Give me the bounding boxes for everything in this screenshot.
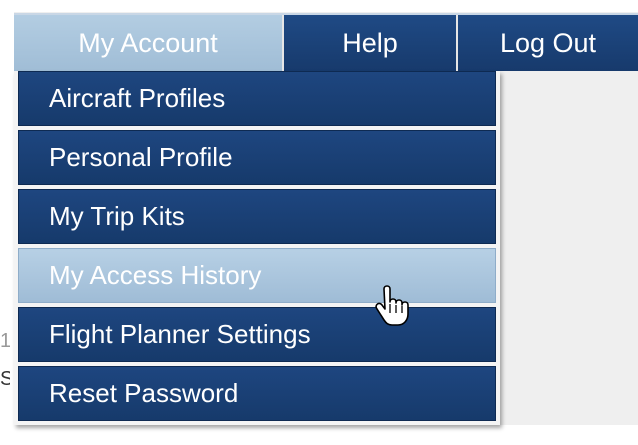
menu-item-flight-planner-settings[interactable]: Flight Planner Settings	[18, 307, 496, 362]
hidden-page-text: 1	[0, 330, 10, 348]
hidden-page-text: S	[0, 368, 10, 390]
menu-item-aircraft-profiles[interactable]: Aircraft Profiles	[18, 71, 496, 126]
menu-item-label: Aircraft Profiles	[49, 83, 226, 113]
menu-item-label: My Access History	[49, 260, 262, 290]
menu-item-label: My Trip Kits	[49, 201, 185, 231]
menu-item-label: Flight Planner Settings	[49, 319, 311, 349]
menu-item-label: Reset Password	[49, 378, 239, 408]
nav-help[interactable]: Help	[284, 15, 458, 71]
nav-log-out-label: Log Out	[499, 27, 597, 58]
my-account-dropdown-menu: Aircraft Profiles Personal Profile My Tr…	[14, 71, 500, 425]
nav-my-account-label: My Account	[78, 27, 218, 58]
menu-item-reset-password[interactable]: Reset Password	[18, 366, 496, 421]
nav-help-label: Help	[342, 27, 398, 58]
menu-item-personal-profile[interactable]: Personal Profile	[18, 130, 496, 185]
top-nav-bar: My Account Help Log Out	[14, 13, 638, 73]
top-strip	[0, 0, 638, 12]
menu-item-label: Personal Profile	[49, 142, 233, 172]
nav-log-out[interactable]: Log Out	[458, 15, 638, 71]
menu-item-my-trip-kits[interactable]: My Trip Kits	[18, 189, 496, 244]
bottom-strip	[0, 425, 638, 445]
nav-my-account[interactable]: My Account	[14, 15, 284, 71]
hand-pointer-icon	[375, 285, 409, 326]
menu-item-my-access-history[interactable]: My Access History	[18, 248, 496, 303]
